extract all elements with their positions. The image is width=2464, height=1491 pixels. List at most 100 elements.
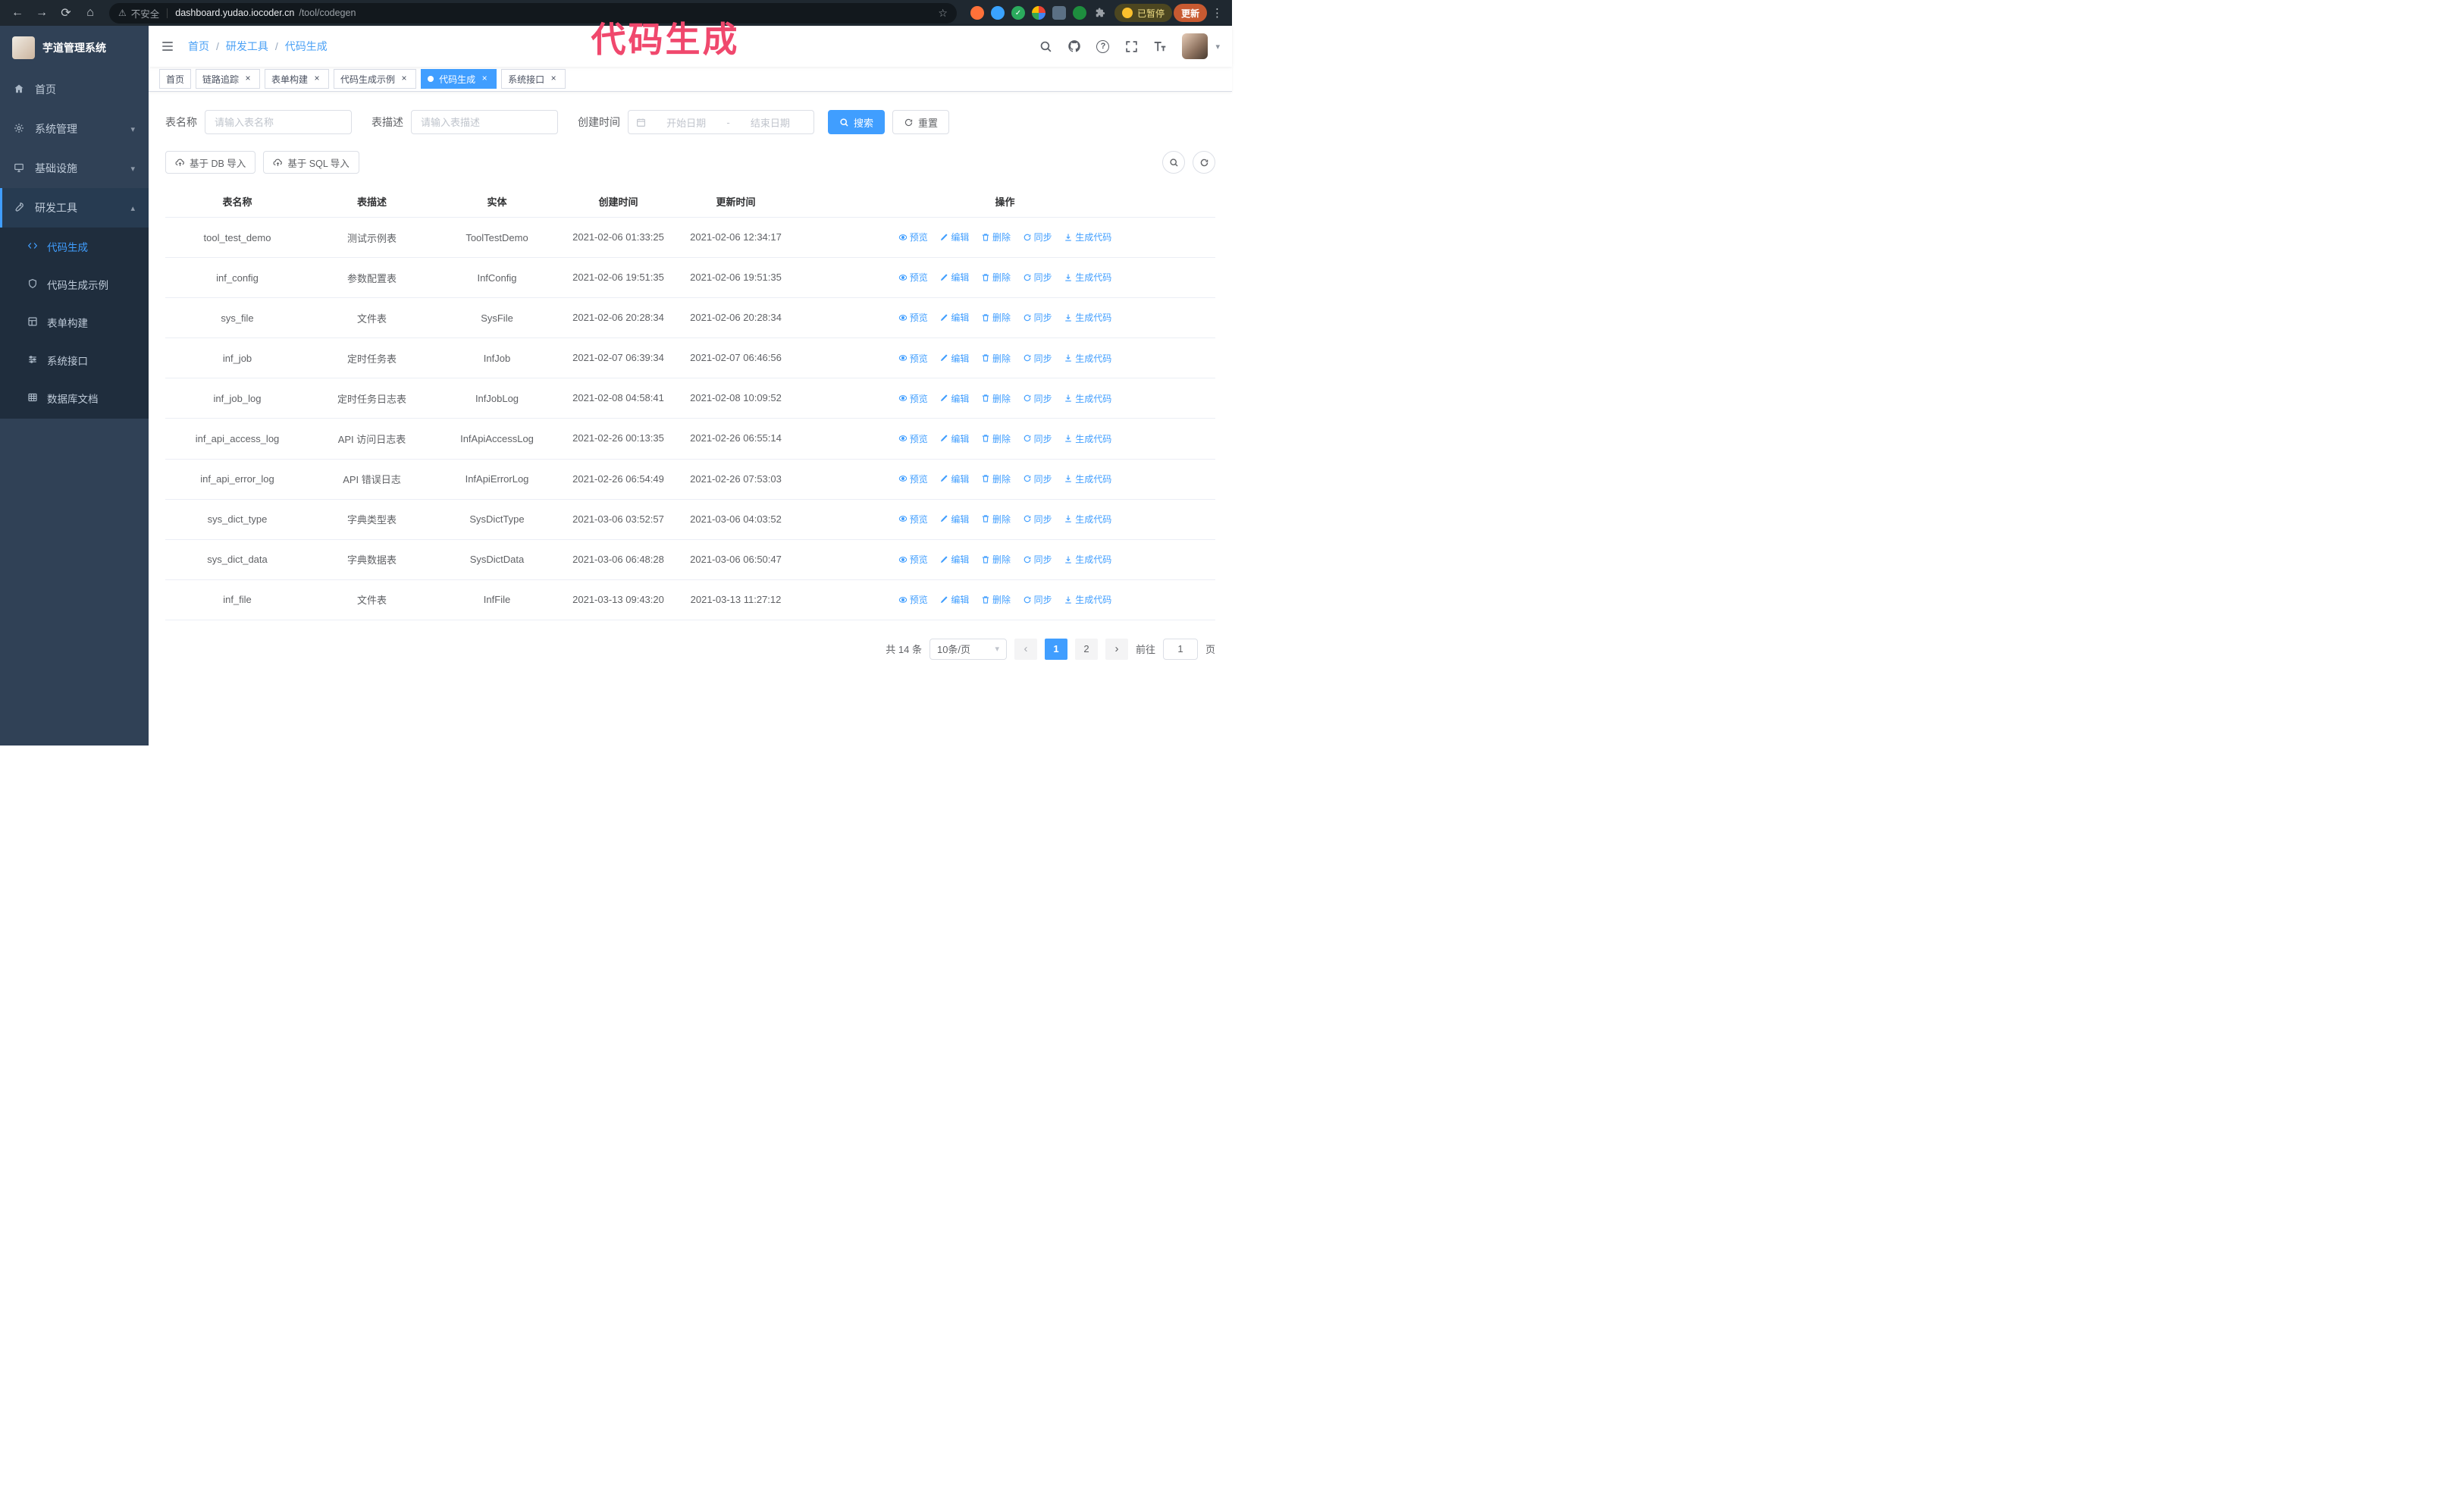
preview-link[interactable]: 预览 xyxy=(898,311,928,324)
delete-link[interactable]: 删除 xyxy=(981,553,1011,566)
next-page-button[interactable]: › xyxy=(1105,638,1128,660)
edit-link[interactable]: 编辑 xyxy=(939,513,969,526)
delete-link[interactable]: 删除 xyxy=(981,593,1011,606)
fullscreen-icon[interactable] xyxy=(1124,39,1138,53)
table-name-input[interactable] xyxy=(205,110,352,134)
tab[interactable]: 代码生成示例 × xyxy=(334,69,417,89)
sidebar-item-codegen-example[interactable]: 代码生成示例 xyxy=(0,265,149,303)
delete-link[interactable]: 删除 xyxy=(981,472,1011,485)
delete-link[interactable]: 删除 xyxy=(981,352,1011,365)
toggle-search-icon[interactable] xyxy=(1162,151,1185,174)
browser-forward-icon[interactable]: → xyxy=(30,2,53,24)
tab[interactable]: 表单构建 × xyxy=(265,69,330,89)
generate-code-link[interactable]: 生成代码 xyxy=(1064,352,1111,365)
font-size-icon[interactable] xyxy=(1153,39,1167,53)
extensions-puzzle-icon[interactable] xyxy=(1093,6,1107,20)
sync-link[interactable]: 同步 xyxy=(1023,513,1052,526)
generate-code-link[interactable]: 生成代码 xyxy=(1064,513,1111,526)
close-icon[interactable]: × xyxy=(548,74,559,84)
github-icon[interactable] xyxy=(1067,39,1081,53)
sidebar-fold-icon[interactable] xyxy=(161,39,174,53)
browser-home-icon[interactable]: ⌂ xyxy=(79,2,102,24)
generate-code-link[interactable]: 生成代码 xyxy=(1064,472,1111,485)
address-bar[interactable]: ⚠ 不安全 dashboard.yudao.iocoder.cn/tool/co… xyxy=(109,2,957,24)
user-avatar[interactable] xyxy=(1182,33,1208,59)
reset-button[interactable]: 重置 xyxy=(892,110,950,134)
sidebar-item-devtools[interactable]: 研发工具 ▴ xyxy=(0,188,149,228)
date-range-picker[interactable]: 开始日期 - 结束日期 xyxy=(628,110,814,134)
goto-page-input[interactable] xyxy=(1162,638,1198,660)
bookmark-star-icon[interactable]: ☆ xyxy=(938,7,948,20)
edit-link[interactable]: 编辑 xyxy=(939,231,969,243)
edit-link[interactable]: 编辑 xyxy=(939,352,969,365)
tab[interactable]: 代码生成 × xyxy=(421,69,497,89)
preview-link[interactable]: 预览 xyxy=(898,352,928,365)
delete-link[interactable]: 删除 xyxy=(981,432,1011,445)
generate-code-link[interactable]: 生成代码 xyxy=(1064,593,1111,606)
sidebar-item-infra[interactable]: 基础设施 ▾ xyxy=(0,149,149,188)
edit-link[interactable]: 编辑 xyxy=(939,553,969,566)
generate-code-link[interactable]: 生成代码 xyxy=(1064,432,1111,445)
import-sql-button[interactable]: 基于 SQL 导入 xyxy=(263,151,359,174)
sync-link[interactable]: 同步 xyxy=(1023,311,1052,324)
preview-link[interactable]: 预览 xyxy=(898,513,928,526)
close-icon[interactable]: × xyxy=(312,74,322,84)
page-button-1[interactable]: 1 xyxy=(1044,638,1067,660)
edit-link[interactable]: 编辑 xyxy=(939,432,969,445)
sync-link[interactable]: 同步 xyxy=(1023,472,1052,485)
preview-link[interactable]: 预览 xyxy=(898,553,928,566)
browser-reload-icon[interactable]: ⟳ xyxy=(55,2,77,24)
edit-link[interactable]: 编辑 xyxy=(939,472,969,485)
tab[interactable]: 首页 × xyxy=(159,69,192,89)
preview-link[interactable]: 预览 xyxy=(898,231,928,243)
help-icon[interactable]: ? xyxy=(1096,39,1110,53)
extension-fox-icon[interactable] xyxy=(970,6,984,20)
search-button[interactable]: 搜索 xyxy=(828,110,886,134)
profile-paused-badge[interactable]: 已暂停 xyxy=(1114,4,1172,22)
sync-link[interactable]: 同步 xyxy=(1023,392,1052,405)
extension-people-icon[interactable] xyxy=(1031,6,1045,20)
import-db-button[interactable]: 基于 DB 导入 xyxy=(165,151,256,174)
prev-page-button[interactable]: ‹ xyxy=(1014,638,1037,660)
extension-leaf-icon[interactable] xyxy=(1072,6,1086,20)
delete-link[interactable]: 删除 xyxy=(981,271,1011,284)
generate-code-link[interactable]: 生成代码 xyxy=(1064,392,1111,405)
avatar-caret-icon[interactable]: ▾ xyxy=(1215,42,1220,52)
breadcrumb-home[interactable]: 首页 xyxy=(188,39,226,54)
sync-link[interactable]: 同步 xyxy=(1023,553,1052,566)
preview-link[interactable]: 预览 xyxy=(898,472,928,485)
app-logo[interactable]: 芋道管理系统 xyxy=(0,26,149,70)
generate-code-link[interactable]: 生成代码 xyxy=(1064,553,1111,566)
page-size-select[interactable]: 10条/页 ▾ xyxy=(929,638,1007,660)
delete-link[interactable]: 删除 xyxy=(981,513,1011,526)
extension-translate-icon[interactable] xyxy=(1052,6,1066,20)
delete-link[interactable]: 删除 xyxy=(981,231,1011,243)
edit-link[interactable]: 编辑 xyxy=(939,392,969,405)
sync-link[interactable]: 同步 xyxy=(1023,432,1052,445)
delete-link[interactable]: 删除 xyxy=(981,392,1011,405)
security-warning-label[interactable]: 不安全 xyxy=(131,6,160,20)
close-icon[interactable]: × xyxy=(399,74,409,84)
browser-update-button[interactable]: 更新 xyxy=(1173,4,1207,22)
sidebar-item-home[interactable]: 首页 xyxy=(0,70,149,109)
table-desc-input[interactable] xyxy=(411,110,558,134)
extension-check-icon[interactable]: ✓ xyxy=(1011,6,1025,20)
sidebar-item-form-builder[interactable]: 表单构建 xyxy=(0,303,149,341)
search-icon[interactable] xyxy=(1039,39,1052,53)
preview-link[interactable]: 预览 xyxy=(898,271,928,284)
sync-link[interactable]: 同步 xyxy=(1023,271,1052,284)
sidebar-item-codegen[interactable]: 代码生成 xyxy=(0,228,149,265)
page-button-2[interactable]: 2 xyxy=(1074,638,1098,660)
sync-link[interactable]: 同步 xyxy=(1023,593,1052,606)
breadcrumb-devtools[interactable]: 研发工具 xyxy=(226,39,285,54)
sidebar-item-api[interactable]: 系统接口 xyxy=(0,341,149,379)
browser-menu-icon[interactable]: ⋮ xyxy=(1208,6,1226,20)
tab[interactable]: 系统接口 × xyxy=(501,69,566,89)
delete-link[interactable]: 删除 xyxy=(981,311,1011,324)
sync-link[interactable]: 同步 xyxy=(1023,352,1052,365)
sidebar-item-db-doc[interactable]: 数据库文档 xyxy=(0,379,149,417)
close-icon[interactable]: × xyxy=(479,74,490,84)
end-date-placeholder[interactable]: 结束日期 xyxy=(735,115,806,130)
start-date-placeholder[interactable]: 开始日期 xyxy=(650,115,722,130)
sync-link[interactable]: 同步 xyxy=(1023,231,1052,243)
